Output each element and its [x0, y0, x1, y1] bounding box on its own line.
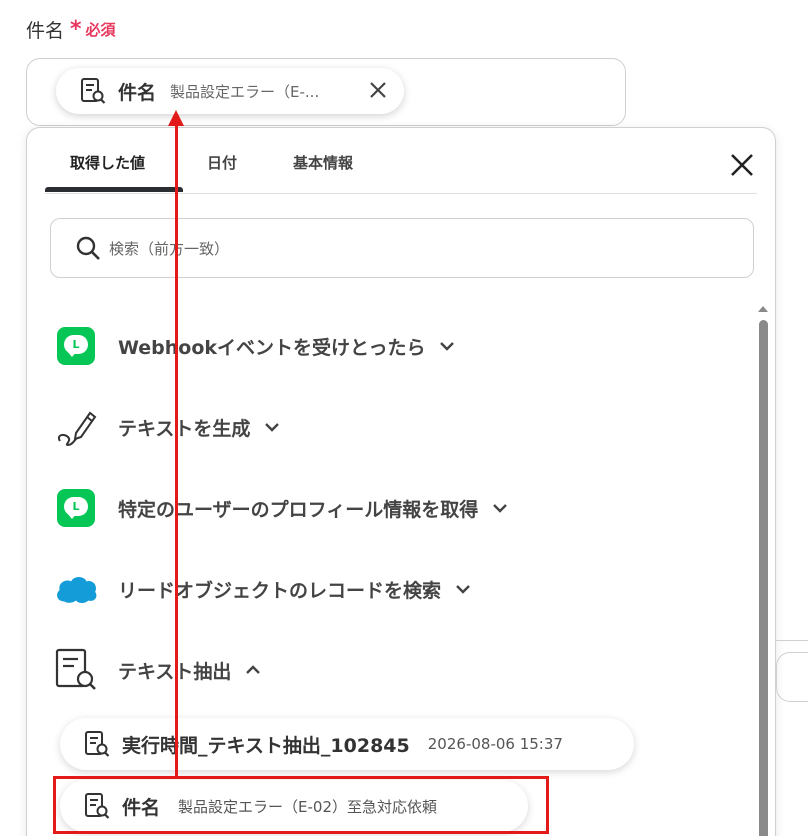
selected-value-chip[interactable]: 件名 製品設定エラー（E-...	[56, 68, 404, 114]
tab-retrieved-values[interactable]: 取得した値	[70, 152, 145, 173]
pen-icon	[53, 404, 99, 450]
chevron-down-icon	[493, 504, 508, 513]
required-mark: *	[70, 16, 82, 42]
chip-value: 製品設定エラー（E-...	[170, 82, 320, 101]
close-icon[interactable]	[727, 150, 757, 180]
scrollbar-thumb[interactable]	[759, 320, 768, 836]
chip-name: 実行時間_テキスト抽出_102845	[122, 734, 410, 757]
required-text: 必須	[85, 21, 116, 39]
section-label: リードオブジェクトのレコードを検索	[118, 579, 442, 602]
chevron-down-icon	[440, 342, 455, 351]
chip-name: 件名	[118, 81, 157, 104]
section-label: テキストを生成	[118, 417, 251, 440]
chevron-up-icon	[246, 665, 261, 674]
annotation-arrow-head	[168, 110, 184, 126]
chip-remove-icon[interactable]	[366, 78, 390, 102]
field-label-text: 件名	[26, 20, 65, 42]
line-icon: L	[53, 485, 99, 531]
section-label: 特定のユーザーのプロフィール情報を取得	[118, 498, 479, 521]
search-input[interactable]: 検索（前方一致）	[50, 218, 754, 278]
search-icon	[76, 236, 100, 260]
chevron-down-icon	[265, 423, 280, 432]
scroll-up-arrow[interactable]	[758, 306, 768, 312]
background-divider	[776, 640, 808, 641]
salesforce-cloud-icon	[53, 566, 99, 612]
active-tab-indicator	[45, 187, 183, 192]
chevron-down-icon	[456, 585, 470, 594]
tab-bar: 取得した値 日付 基本情報	[45, 128, 757, 194]
search-placeholder: 検索（前方一致）	[109, 239, 230, 258]
value-chip-execution-time[interactable]: 実行時間_テキスト抽出_102845 2026-08-06 15:37	[60, 718, 634, 770]
annotation-arrow-line	[175, 122, 178, 778]
tab-date[interactable]: 日付	[207, 152, 237, 173]
document-search-icon	[53, 647, 99, 693]
annotation-highlight-box	[53, 776, 549, 834]
tab-basic-info[interactable]: 基本情報	[293, 152, 353, 173]
chip-value: 2026-08-06 15:37	[427, 735, 563, 753]
section-label: Webhookイベントを受けとったら	[118, 336, 426, 359]
line-icon: L	[53, 323, 99, 369]
background-field-edge	[776, 652, 808, 702]
document-search-icon	[85, 731, 110, 757]
field-label: 件名 * 必須	[26, 16, 116, 43]
document-search-icon	[81, 78, 106, 104]
